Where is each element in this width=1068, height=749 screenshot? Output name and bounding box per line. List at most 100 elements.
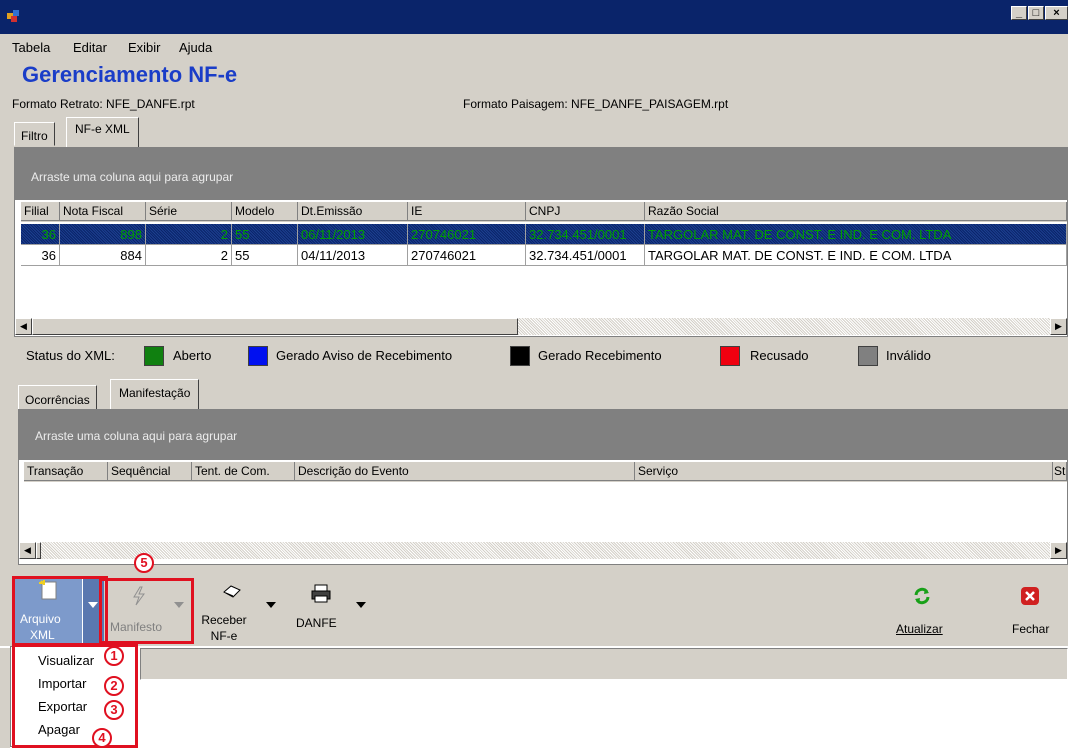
- col-nota-fiscal[interactable]: Nota Fiscal: [60, 202, 146, 221]
- callout-5: 5: [134, 553, 154, 573]
- callout-2: 2: [104, 676, 124, 696]
- status-invalido-label: Inválido: [886, 348, 931, 363]
- refresh-icon: [914, 587, 930, 605]
- receber-dropdown-caret[interactable]: [266, 602, 276, 608]
- events-grid-panel: Arraste uma coluna aqui para agrupar Tra…: [18, 409, 1068, 565]
- receber-nfe-button[interactable]: Receber NF-e: [200, 580, 282, 644]
- status-aberto-label: Aberto: [173, 348, 212, 363]
- cell-razao-social: TARGOLAR MAT. DE CONST. E IND. E COM. LT…: [645, 224, 1067, 245]
- col-dt-emissao[interactable]: Dt.Emissão: [298, 202, 408, 221]
- annotation-box-arquivo: [12, 576, 108, 646]
- title-bar: _ □ ×: [0, 0, 1068, 34]
- scroll-left-icon[interactable]: ◀: [15, 318, 32, 335]
- nfe-grid-panel: Arraste uma coluna aqui para agrupar Fil…: [14, 147, 1068, 337]
- page-title: Gerenciamento NF-e: [22, 62, 238, 87]
- receive-icon: [223, 585, 241, 598]
- danfe-dropdown-caret[interactable]: [356, 602, 366, 608]
- cell-ie: 270746021: [408, 245, 526, 266]
- annotation-box-manifesto: [99, 578, 194, 644]
- callout-1: 1: [104, 646, 124, 666]
- scroll-right-icon[interactable]: ▶: [1050, 542, 1067, 559]
- cell-filial: 36: [21, 245, 60, 266]
- nfe-label: NF-e: [210, 629, 238, 643]
- maximize-button[interactable]: □: [1028, 6, 1044, 20]
- cell-dt-emissao: 04/11/2013: [298, 245, 408, 266]
- atualizar-label: Atualizar: [896, 622, 943, 636]
- events-group-hint: Arraste uma coluna aqui para agrupar: [35, 429, 238, 443]
- group-area: Arraste uma coluna aqui para agrupar: [15, 148, 1067, 200]
- events-horizontal-scrollbar[interactable]: ◀ ▶: [19, 542, 1067, 559]
- cell-cnpj: 32.734.451/0001: [526, 224, 645, 245]
- status-aviso-label: Gerado Aviso de Recebimento: [276, 348, 453, 363]
- scroll-right-icon[interactable]: ▶: [1050, 318, 1067, 335]
- cell-ie: 270746021: [408, 224, 526, 245]
- col-st[interactable]: St: [1053, 462, 1067, 481]
- close-icon: [1021, 587, 1039, 605]
- fechar-label: Fechar: [1012, 622, 1050, 636]
- status-bar: [140, 648, 1068, 680]
- tab-ocorrencias[interactable]: Ocorrências: [18, 385, 97, 410]
- menu-bar: Tabela Editar Exibir Ajuda: [0, 34, 1068, 60]
- format-paisagem: Formato Paisagem: NFE_DANFE_PAISAGEM.rpt: [463, 97, 729, 111]
- close-window-button[interactable]: ×: [1045, 6, 1068, 20]
- printer-icon: [311, 584, 331, 603]
- table-row[interactable]: 36 884 2 55 04/11/2013 270746021 32.734.…: [21, 245, 1067, 266]
- cell-filial: 36: [21, 224, 60, 245]
- col-servico[interactable]: Serviço: [635, 462, 1053, 481]
- scroll-left-icon[interactable]: ◀: [19, 542, 36, 559]
- menu-exibir[interactable]: Exibir: [128, 40, 161, 55]
- status-aberto-swatch: [144, 346, 164, 366]
- grid-header: Filial Nota Fiscal Série Modelo Dt.Emiss…: [21, 202, 1067, 222]
- cell-cnpj: 32.734.451/0001: [526, 245, 645, 266]
- atualizar-button[interactable]: Atualizar: [886, 584, 956, 644]
- col-sequencial[interactable]: Sequêncial: [108, 462, 192, 481]
- menu-editar[interactable]: Editar: [73, 40, 107, 55]
- col-filial[interactable]: Filial: [21, 202, 60, 221]
- status-invalido-swatch: [858, 346, 878, 366]
- group-hint: Arraste uma coluna aqui para agrupar: [31, 170, 234, 184]
- col-ie[interactable]: IE: [408, 202, 526, 221]
- events-grid-header: Transação Sequêncial Tent. de Com. Descr…: [24, 462, 1067, 482]
- col-tent-com[interactable]: Tent. de Com.: [192, 462, 295, 481]
- tab-nfe-xml[interactable]: NF-e XML: [66, 117, 139, 147]
- app-icon: [7, 10, 19, 22]
- col-transacao[interactable]: Transação: [24, 462, 108, 481]
- col-cnpj[interactable]: CNPJ: [526, 202, 645, 221]
- tab-manifestacao[interactable]: Manifestação: [110, 379, 200, 410]
- callout-4: 4: [92, 728, 112, 748]
- menu-tabela[interactable]: Tabela: [12, 40, 50, 55]
- danfe-button[interactable]: DANFE: [292, 580, 372, 644]
- callout-3: 3: [104, 700, 124, 720]
- cell-modelo: 55: [232, 224, 298, 245]
- status-aviso-swatch: [248, 346, 268, 366]
- col-razao-social[interactable]: Razão Social: [645, 202, 1067, 221]
- cell-nota-fiscal: 884: [60, 245, 146, 266]
- minimize-button[interactable]: _: [1011, 6, 1027, 20]
- receber-label: Receber: [201, 613, 247, 627]
- status-legend-label: Status do XML:: [26, 348, 115, 363]
- status-bar-left-edge: [0, 648, 10, 748]
- cell-modelo: 55: [232, 245, 298, 266]
- status-recebimento-swatch: [510, 346, 530, 366]
- status-recusado-label: Recusado: [750, 348, 809, 363]
- status-recebimento-label: Gerado Recebimento: [538, 348, 662, 363]
- danfe-label: DANFE: [296, 616, 337, 630]
- scrollbar-thumb[interactable]: [32, 318, 518, 335]
- grid-horizontal-scrollbar[interactable]: ◀ ▶: [15, 318, 1067, 335]
- format-retrato: Formato Retrato: NFE_DANFE.rpt: [12, 97, 195, 111]
- events-group-area: Arraste uma coluna aqui para agrupar: [19, 410, 1067, 460]
- col-serie[interactable]: Série: [146, 202, 232, 221]
- cell-serie: 2: [146, 245, 232, 266]
- cell-serie: 2: [146, 224, 232, 245]
- status-recusado-swatch: [720, 346, 740, 366]
- tab-filtro[interactable]: Filtro: [14, 122, 55, 146]
- cell-razao-social: TARGOLAR MAT. DE CONST. E IND. E COM. LT…: [645, 245, 1067, 266]
- app-window: _ □ × Tabela Editar Exibir Ajuda Gerenci…: [0, 0, 1068, 749]
- cell-nota-fiscal: 898: [60, 224, 146, 245]
- table-row[interactable]: 36 898 2 55 06/11/2013 270746021 32.734.…: [21, 224, 1067, 245]
- scrollbar-thumb[interactable]: [36, 542, 41, 559]
- col-descricao-evento[interactable]: Descrição do Evento: [295, 462, 635, 481]
- col-modelo[interactable]: Modelo: [232, 202, 298, 221]
- menu-ajuda[interactable]: Ajuda: [179, 40, 212, 55]
- fechar-button[interactable]: Fechar: [1004, 584, 1064, 644]
